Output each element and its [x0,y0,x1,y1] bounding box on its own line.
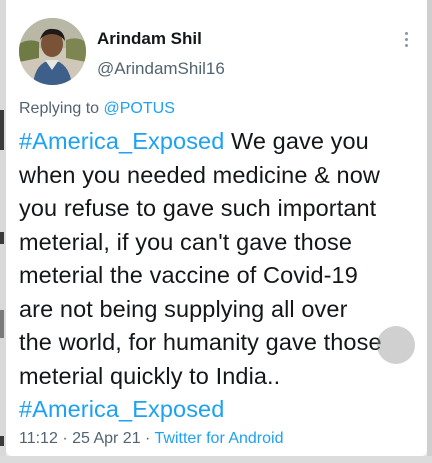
tweet-line: are not being supplying all over [19,295,348,322]
hashtag-link[interactable]: #America_Exposed [19,393,421,427]
replying-to-label: Replying to [19,100,100,117]
tweet-text: #America_Exposed We gave you when you ne… [19,125,421,427]
scroll-indicator[interactable] [377,326,415,364]
meta-separator: · [62,430,68,447]
more-vertical-icon[interactable] [402,32,410,50]
tweet-line: you refuse to gave such important [19,195,377,221]
author-name[interactable]: Arindam Shil [97,29,202,49]
edge-mark [0,310,4,338]
replying-to-handle[interactable]: @POTUS [104,100,175,117]
tweet-line: meterial, if you can't gave those [19,228,353,255]
edge-mark [0,232,4,244]
tweet-source-link[interactable]: Twitter for Android [155,430,284,447]
tweet-line: the world, for humanity gave those [19,329,382,355]
edge-mark [0,110,4,150]
meta-separator: · [145,430,151,447]
edge-mark [0,436,4,446]
author-handle[interactable]: @ArindamShil16 [97,59,225,79]
tweet-line: meterial the vaccine of Covid-19 [19,262,358,288]
replying-to: Replying to @POTUS [19,100,175,118]
tweet-line: meterial quickly to India.. [19,362,281,389]
tweet-line: when you needed medicine & now [19,161,380,188]
tweet-line-text: We gave you [224,128,369,154]
bottom-edge [0,456,432,463]
tweet-date: 25 Apr 21 [72,430,141,447]
right-edge [427,0,432,463]
tweet-time: 11:12 [19,430,58,447]
hashtag-link[interactable]: #America_Exposed [19,128,224,154]
tweet-line: #America_Exposed We gave you [19,125,421,159]
avatar[interactable] [19,18,86,85]
tweet-card: Arindam Shil @ArindamShil16 Replying to … [6,0,427,456]
tweet-meta: 11:12 · 25 Apr 21 · Twitter for Android [19,430,283,448]
